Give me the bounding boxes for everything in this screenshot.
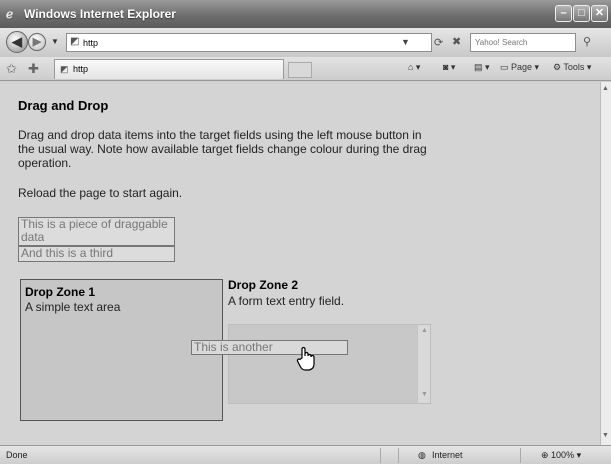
- scroll-down-icon[interactable]: ▼: [602, 432, 609, 439]
- drop-zone-2-desc: A form text entry field.: [228, 294, 345, 308]
- draggable-item-3[interactable]: And this is a third: [18, 246, 175, 262]
- drop-zone-1-desc: A simple text area: [25, 300, 121, 314]
- page-scrollbar[interactable]: ▲ ▼: [600, 82, 611, 445]
- drop-zone-2-field[interactable]: ▲ ▼: [228, 324, 431, 404]
- command-bar: ✩ ✚ ◩ http ⌂ ▾ ◙ ▾ ▤ ▾ ▭ Page ▾ ⚙ Tools …: [0, 57, 611, 81]
- status-bar: Done ◍ Internet ⊕ 100% ▾: [0, 445, 611, 464]
- url-dropdown[interactable]: ▼: [401, 37, 410, 47]
- drop-zone-1-title: Drop Zone 1: [25, 285, 96, 299]
- stop-icon[interactable]: ✖: [452, 35, 461, 48]
- page-menu-label: Page: [511, 62, 533, 72]
- tab-current[interactable]: ◩ http: [54, 59, 284, 79]
- page-heading: Drag and Drop: [18, 98, 109, 113]
- status-text: Done: [6, 450, 28, 460]
- back-icon: ◀: [12, 34, 22, 49]
- zoom-icon: ⊕: [541, 450, 552, 460]
- close-button[interactable]: ✕: [591, 5, 608, 22]
- refresh-icon[interactable]: ⟳: [434, 36, 443, 49]
- page-icon: ◩: [70, 36, 80, 47]
- hand-cursor-icon: [296, 346, 315, 371]
- maximize-button[interactable]: □: [573, 5, 590, 22]
- recent-pages-dropdown[interactable]: ▼: [51, 37, 59, 46]
- home-icon[interactable]: ⌂ ▾: [408, 62, 420, 73]
- favorites-star-icon[interactable]: ✩: [6, 61, 17, 77]
- add-favorites-icon[interactable]: ✚: [28, 61, 39, 77]
- tools-menu[interactable]: ⚙ Tools ▾: [553, 62, 591, 73]
- feeds-icon[interactable]: ◙ ▾: [443, 62, 455, 73]
- page-icon: ◩: [60, 64, 69, 74]
- scroll-up-icon[interactable]: ▲: [602, 85, 609, 92]
- zone-label: Internet: [432, 450, 463, 460]
- title-bar: ℯ Windows Internet Explorer – □ ✕: [0, 0, 611, 28]
- globe-icon: ◍: [418, 450, 426, 460]
- forward-icon: ▶: [32, 36, 42, 48]
- scroll-up-icon[interactable]: ▲: [421, 327, 428, 334]
- search-input[interactable]: [475, 36, 571, 49]
- draggable-item-1[interactable]: This is a piece of draggable data: [18, 217, 175, 246]
- address-bar: ◀ ▶ ▼ ◩ ▼ ⟳ ✖ ⚲: [0, 28, 611, 57]
- scroll-down-icon[interactable]: ▼: [421, 391, 428, 398]
- window-title: Windows Internet Explorer: [24, 7, 176, 21]
- minimize-button[interactable]: –: [555, 5, 572, 22]
- field-scrollbar[interactable]: ▲ ▼: [417, 325, 430, 403]
- search-box[interactable]: [470, 33, 576, 52]
- ie-icon: ℯ: [6, 7, 14, 21]
- dragging-item[interactable]: This is another: [191, 340, 348, 355]
- intro-text: Drag and drop data items into the target…: [18, 128, 427, 170]
- url-box[interactable]: ◩ ▼: [66, 33, 432, 52]
- zoom-control[interactable]: ⊕ 100% ▾: [541, 450, 581, 461]
- back-button[interactable]: ◀: [6, 31, 28, 53]
- new-tab-button[interactable]: [288, 62, 312, 78]
- page-content: Drag and Drop Drag and drop data items i…: [0, 82, 600, 445]
- tools-icon: ⚙: [553, 62, 564, 72]
- page-menu[interactable]: ▭ Page ▾: [500, 62, 539, 73]
- forward-button[interactable]: ▶: [28, 33, 46, 51]
- reload-note: Reload the page to start again.: [18, 186, 183, 200]
- page-menu-icon: ▭: [500, 62, 512, 72]
- zoom-level: 100%: [551, 450, 575, 460]
- search-icon[interactable]: ⚲: [583, 35, 591, 48]
- url-input[interactable]: [83, 35, 373, 50]
- print-icon[interactable]: ▤ ▾: [474, 62, 490, 73]
- tools-menu-label: Tools: [563, 62, 585, 72]
- drop-zone-2-title: Drop Zone 2: [228, 278, 299, 292]
- tab-label: http: [73, 64, 89, 74]
